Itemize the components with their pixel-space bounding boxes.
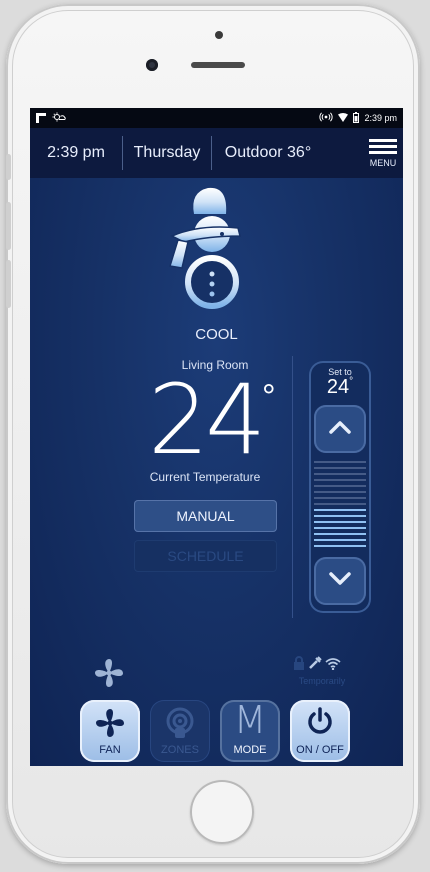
side-button-mute	[6, 154, 11, 180]
level-tick	[314, 539, 366, 541]
proximity-sensor	[215, 31, 223, 39]
side-button-volume-down	[6, 260, 11, 308]
lock-icon	[293, 656, 305, 675]
header-day: Thursday	[133, 144, 201, 161]
fan-icon	[80, 706, 140, 740]
level-tick	[314, 545, 366, 547]
vertical-divider	[292, 356, 293, 618]
status-time: 2:39 pm	[364, 113, 397, 123]
increase-temp-button[interactable]	[314, 405, 366, 453]
level-tick	[314, 467, 366, 469]
header-outdoor-temp: Outdoor 36°	[224, 144, 312, 161]
level-tick	[314, 491, 366, 493]
level-tick	[314, 503, 366, 505]
power-icon	[290, 706, 350, 736]
mode-button[interactable]: M MODE	[220, 700, 280, 762]
mode-label: COOL	[195, 326, 238, 343]
header-time: 2:39 pm	[47, 144, 105, 161]
temporarily-label: Temporarily	[298, 676, 346, 686]
earpiece-speaker	[191, 62, 245, 68]
menu-button[interactable]: MENU	[363, 128, 403, 178]
zones-button[interactable]: ZONES	[150, 700, 210, 762]
degree-symbol: °	[262, 378, 276, 416]
current-temperature: 24	[148, 364, 266, 476]
zones-icon	[150, 706, 210, 740]
level-tick	[314, 485, 366, 487]
level-tick	[314, 461, 366, 463]
manual-button[interactable]: MANUAL	[134, 500, 277, 532]
hamburger-icon	[369, 138, 397, 142]
mode-label-button: MODE	[233, 744, 267, 756]
mode-glyph: M	[233, 698, 267, 742]
level-tick	[314, 515, 366, 517]
snowman-icon	[160, 184, 260, 319]
zones-label: ZONES	[161, 744, 199, 756]
setpoint-number: 24	[326, 376, 350, 398]
chevron-up-icon	[328, 420, 352, 439]
level-tick	[314, 521, 366, 523]
level-tick	[314, 473, 366, 475]
level-tick	[314, 509, 366, 511]
level-tick	[314, 497, 366, 499]
schedule-button[interactable]: SCHEDULE	[134, 540, 277, 572]
level-tick	[314, 527, 366, 529]
level-tick	[314, 533, 366, 535]
menu-label: MENU	[369, 157, 397, 168]
chevron-down-icon	[328, 571, 352, 591]
current-temperature-label: Current Temperature	[149, 470, 261, 484]
level-tick	[314, 479, 366, 481]
bottom-control-bar: FAN ZONES M MODE ON / OFF	[30, 686, 403, 766]
battery-icon	[353, 111, 360, 125]
front-camera	[146, 59, 158, 71]
side-button-volume-up	[6, 202, 11, 250]
wrench-icon	[308, 656, 322, 675]
power-label: ON / OFF	[296, 744, 344, 756]
status-bar: 2:39 pm	[30, 108, 403, 128]
hotspot-icon	[319, 112, 334, 124]
wifi-icon	[338, 112, 349, 124]
app-notification-icon	[36, 113, 46, 123]
device-status-icons	[293, 656, 341, 675]
setpoint-value: 24°	[309, 376, 371, 399]
weather-sun-cloud-icon	[52, 112, 66, 124]
power-button[interactable]: ON / OFF	[290, 700, 350, 762]
header-bar: 2:39 pm Thursday Outdoor 36° MENU	[30, 128, 403, 178]
fan-label: FAN	[99, 744, 121, 756]
thermostat-screen: 2:39 pm 2:39 pm Thursday Outdoor 36° MEN…	[30, 108, 403, 766]
setpoint-panel: Set to 24°	[309, 361, 371, 613]
decrease-temp-button[interactable]	[314, 557, 366, 605]
wifi-signal-icon	[325, 657, 341, 675]
setpoint-degree: °	[349, 376, 354, 387]
setpoint-level-slider[interactable]	[314, 461, 366, 551]
home-button[interactable]	[190, 780, 254, 844]
fan-button[interactable]: FAN	[80, 700, 140, 762]
